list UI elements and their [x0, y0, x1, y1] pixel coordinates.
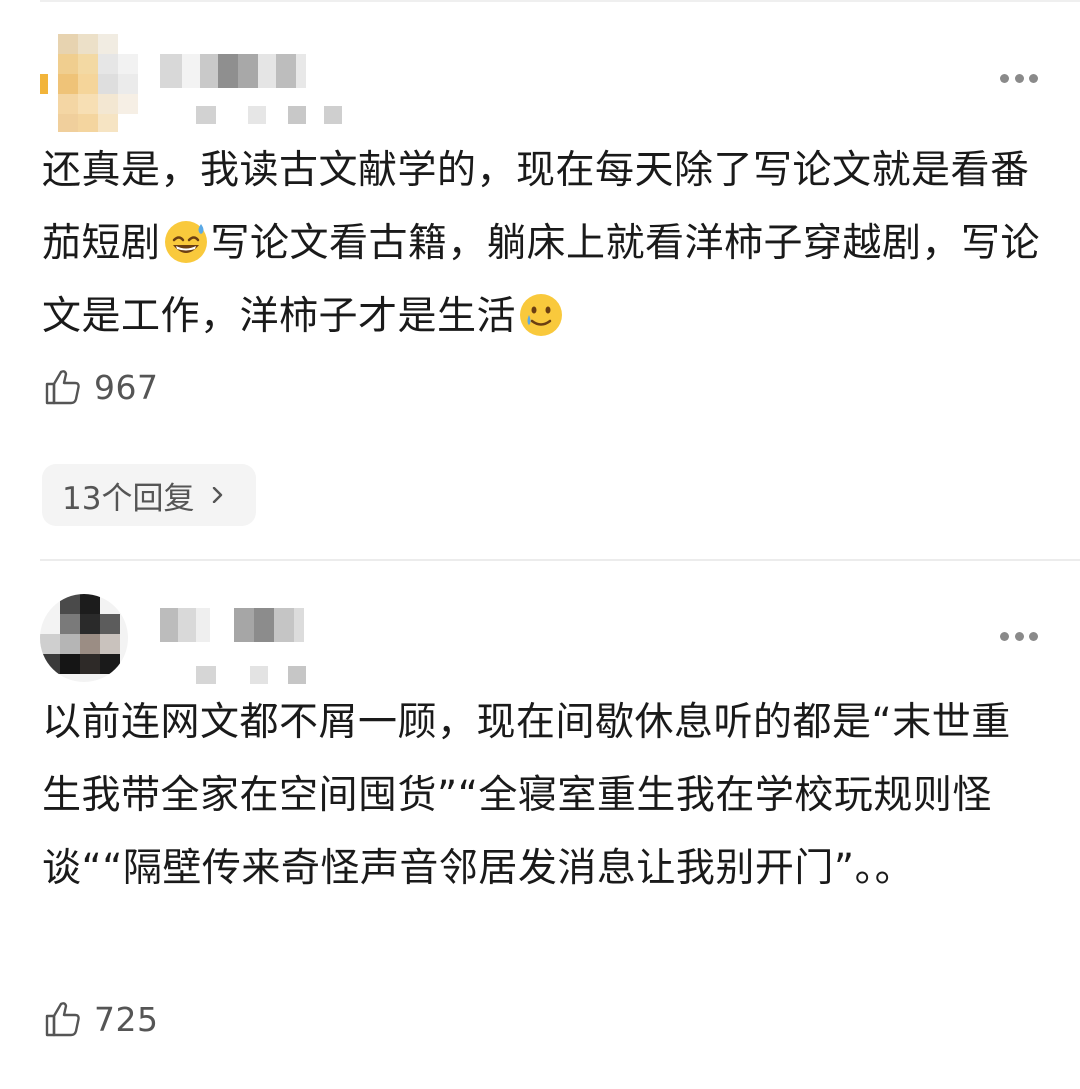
username-blurred[interactable]	[160, 608, 310, 642]
chevron-right-icon	[213, 487, 223, 503]
avatar[interactable]	[40, 34, 138, 132]
like-count: 725	[94, 999, 159, 1039]
more-dots-icon	[1000, 631, 1009, 641]
comment-divider	[40, 559, 1080, 561]
meta-info-blurred	[196, 106, 356, 126]
comment-text: 还真是，我读古文献学的，现在每天除了写论文就是看番茄短剧 写论文看古籍，躺床上就…	[42, 134, 1042, 353]
top-divider	[40, 0, 1080, 2]
smiling-tear-emoji	[520, 294, 563, 336]
meta-info-blurred	[196, 666, 356, 686]
more-options-button[interactable]	[1000, 624, 1038, 648]
comment-text: 以前连网文都不屑一顾，现在间歇休息听的都是“末世重生我带全家在空间囤货”“全寝室…	[42, 700, 1011, 891]
thumbs-up-icon	[45, 370, 80, 405]
like-button[interactable]: 967	[42, 366, 159, 408]
more-dots-icon	[1000, 73, 1009, 83]
more-options-button[interactable]	[1000, 66, 1038, 90]
grinning-sweat-emoji	[164, 221, 207, 263]
replies-label: 13个回复	[62, 480, 195, 517]
like-button[interactable]: 725	[42, 998, 159, 1040]
view-replies-button[interactable]: 13个回复	[42, 464, 257, 526]
like-count: 967	[94, 367, 159, 407]
username-blurred[interactable]	[160, 54, 310, 88]
avatar[interactable]	[40, 594, 128, 682]
thumbs-up-icon	[45, 1002, 80, 1037]
